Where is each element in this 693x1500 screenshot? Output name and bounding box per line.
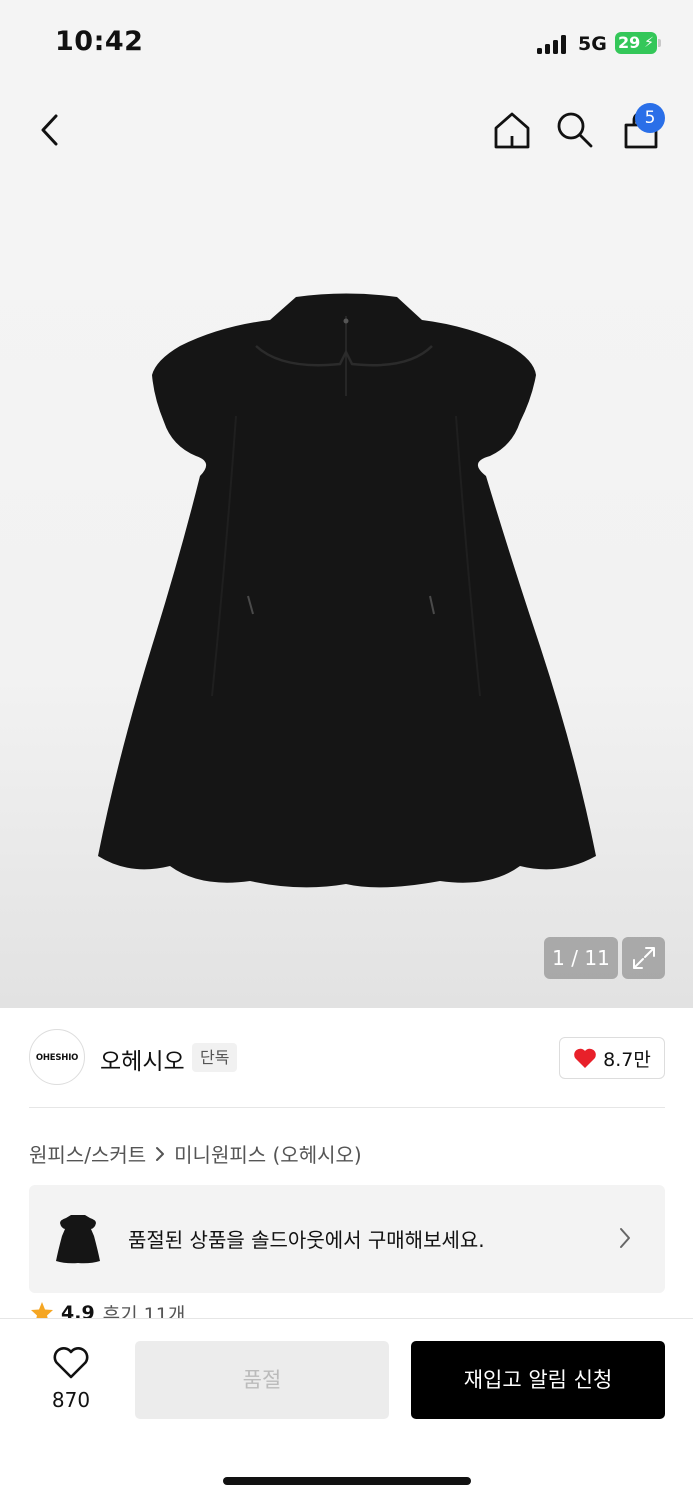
search-button[interactable]	[551, 106, 599, 154]
battery-cap	[658, 39, 661, 47]
back-button[interactable]	[26, 106, 74, 154]
divider	[29, 1107, 665, 1108]
battery-level: 29	[618, 33, 641, 52]
home-button[interactable]	[488, 106, 536, 154]
home-indicator	[223, 1477, 471, 1485]
brand-row: OHESHIO 오헤시오 단독 8.7만	[0, 1008, 693, 1108]
expand-icon	[632, 947, 655, 969]
chevron-left-icon	[41, 114, 58, 146]
image-page-indicator: 1 / 11	[544, 937, 618, 979]
network-label: 5G	[578, 33, 607, 55]
soldout-banner[interactable]: 품절된 상품을 솔드아웃에서 구매해보세요.	[29, 1185, 665, 1293]
charging-bolt-icon: ⚡	[644, 35, 654, 51]
brand-logo[interactable]: OHESHIO	[29, 1029, 85, 1085]
restock-alert-button[interactable]: 재입고 알림 신청	[411, 1341, 665, 1419]
breadcrumb-category[interactable]: 원피스/스커트	[29, 1139, 146, 1168]
battery-icon: 29 ⚡	[615, 32, 657, 54]
cart-badge: 5	[635, 103, 665, 133]
chevron-right-icon	[620, 1228, 630, 1248]
breadcrumb-subcategory[interactable]: 미니원피스 (오헤시오)	[174, 1139, 362, 1168]
signal-icon	[537, 34, 569, 54]
bottom-action-bar: 870 품절 재입고 알림 신청	[0, 1318, 693, 1500]
product-gallery[interactable]: 1 / 11	[0, 176, 693, 1008]
soldout-button: 품절	[135, 1341, 389, 1419]
status-bar: 10:42 5G 29 ⚡	[0, 0, 693, 88]
heart-outline-icon	[53, 1347, 89, 1379]
exclusive-badge: 단독	[192, 1043, 238, 1072]
wishlist-button[interactable]: 870	[40, 1346, 102, 1412]
banner-product-thumbnail	[56, 1215, 100, 1264]
search-icon	[557, 112, 593, 148]
wishlist-count: 870	[51, 1388, 91, 1412]
expand-image-button[interactable]	[622, 937, 665, 979]
brand-name[interactable]: 오헤시오	[100, 1042, 185, 1076]
soldout-banner-text: 품절된 상품을 솔드아웃에서 구매해보세요.	[128, 1228, 485, 1252]
product-image	[98, 293, 596, 888]
chevron-right-icon	[156, 1146, 165, 1161]
brand-like-button[interactable]: 8.7만	[559, 1037, 665, 1079]
brand-like-count: 8.7만	[603, 1048, 651, 1071]
status-time: 10:42	[55, 26, 144, 57]
nav-bar	[0, 88, 693, 176]
breadcrumb: 원피스/스커트 미니원피스 (오헤시오)	[29, 1139, 362, 1168]
heart-filled-icon	[574, 1048, 596, 1068]
home-icon	[494, 112, 530, 149]
